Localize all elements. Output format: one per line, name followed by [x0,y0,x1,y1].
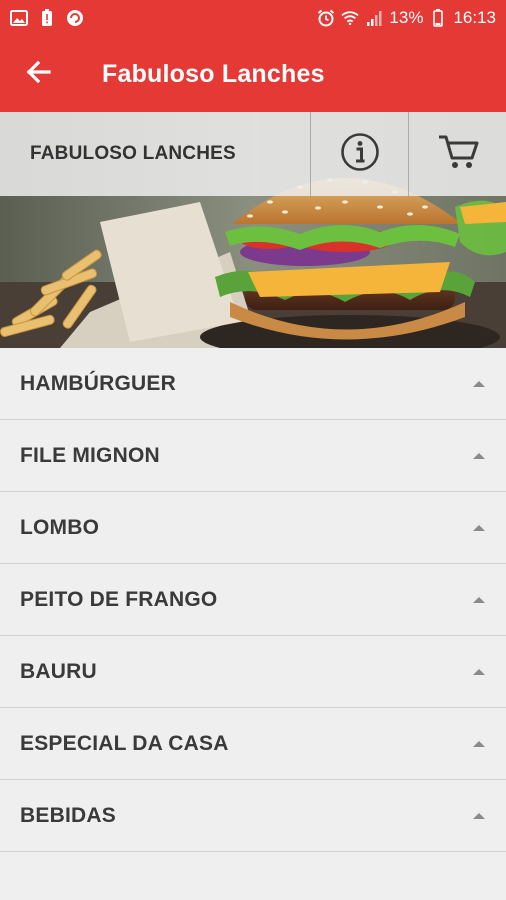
signal-icon [365,9,383,27]
app-bar: Fabuloso Lanches [0,36,506,112]
app-notification-icon [66,9,84,27]
category-row-especial-da-casa[interactable]: ESPECIAL DA CASA [0,708,506,780]
battery-icon [429,9,447,27]
chevron-up-icon [472,595,486,605]
arrow-back-icon [25,60,51,89]
wifi-icon [341,9,360,27]
chevron-up-icon [472,523,486,533]
category-label: BAURU [20,659,97,683]
info-icon [340,132,380,177]
category-row-bauru[interactable]: BAURU [0,636,506,708]
store-name: FABULOSO LANCHES [30,143,236,164]
cart-button[interactable] [409,112,506,196]
store-header: FABULOSO LANCHES [0,112,506,348]
category-label: BEBIDAS [20,803,116,827]
back-button[interactable] [0,36,76,112]
chevron-up-icon [472,739,486,749]
category-label: PEITO DE FRANGO [20,587,218,611]
info-button[interactable] [311,112,409,196]
category-label: FILE MIGNON [20,443,160,467]
category-row-file-mignon[interactable]: FILE MIGNON [0,420,506,492]
store-strip: FABULOSO LANCHES [0,112,506,196]
chevron-up-icon [472,811,486,821]
category-row-hamburguer[interactable]: HAMBÚRGUER [0,348,506,420]
chevron-up-icon [472,451,486,461]
category-row-bebidas[interactable]: BEBIDAS [0,780,506,852]
category-label: ESPECIAL DA CASA [20,731,229,755]
category-row-lombo[interactable]: LOMBO [0,492,506,564]
battery-percent: 13% [389,8,424,27]
category-row-peito-de-frango[interactable]: PEITO DE FRANGO [0,564,506,636]
store-name-cell: FABULOSO LANCHES [0,112,311,196]
image-icon [10,9,28,27]
chevron-up-icon [472,379,486,389]
category-list: HAMBÚRGUER FILE MIGNON LOMBO PEITO DE FR… [0,348,506,852]
status-left [10,9,84,27]
category-label: LOMBO [20,515,100,539]
category-label: HAMBÚRGUER [20,371,176,395]
clock: 16:13 [453,8,496,27]
cart-icon [437,134,479,175]
alert-battery-icon [38,9,56,27]
page-title: Fabuloso Lanches [102,59,325,88]
status-bar: 13% 16:13 [0,0,506,36]
alarm-icon [317,9,335,27]
status-right: 13% 16:13 [317,8,496,28]
chevron-up-icon [472,667,486,677]
